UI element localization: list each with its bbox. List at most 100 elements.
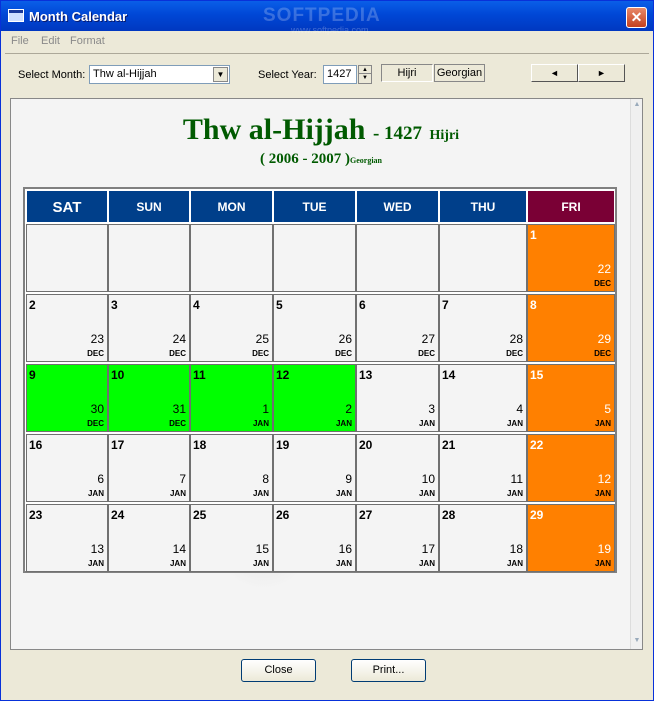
day-cell[interactable]: 12 2 JAN (273, 364, 356, 432)
day-cell[interactable]: 24 14 JAN (108, 504, 190, 572)
month-select-value: Thw al-Hijjah (93, 68, 157, 80)
gregorian-day-number: 18 (509, 542, 523, 556)
close-icon[interactable]: ✕ (626, 7, 647, 28)
gregorian-month: JAN (335, 559, 352, 568)
gregorian-month: JAN (418, 559, 435, 568)
hijri-day-number: 13 (359, 368, 373, 382)
day-cell[interactable]: 23 13 JAN (26, 504, 108, 572)
chevron-down-icon[interactable]: ▼ (213, 67, 228, 82)
hijri-day-number: 1 (530, 228, 537, 242)
day-cell[interactable]: 29 19 JAN (527, 504, 615, 572)
weekday-header-fri: FRI (527, 190, 615, 223)
empty-day-cell (356, 224, 439, 292)
day-cell[interactable]: 27 17 JAN (356, 504, 439, 572)
year-spinner[interactable]: ▲ ▼ (358, 65, 372, 84)
year-input[interactable]: 1427 (323, 65, 357, 84)
hijri-day-number: 23 (29, 508, 43, 522)
day-cell[interactable]: 17 7 JAN (108, 434, 190, 502)
heading-month-name: Thw al-Hijjah (182, 113, 366, 146)
georgian-button[interactable]: Georgian (434, 64, 485, 82)
hijri-day-number: 9 (29, 368, 36, 382)
day-cell[interactable]: 28 18 JAN (439, 504, 527, 572)
gregorian-month: JAN (87, 559, 104, 568)
gregorian-month: DEC (506, 349, 523, 358)
day-cell[interactable]: 16 6 JAN (26, 434, 108, 502)
day-cell[interactable]: 6 27 DEC (356, 294, 439, 362)
hijri-day-number: 26 (276, 508, 290, 522)
weekday-header-wed: WED (356, 190, 439, 223)
month-calendar-window: Month Calendar SOFTPEDIA www.softpedia.c… (0, 0, 654, 701)
day-cell[interactable]: 4 25 DEC (190, 294, 273, 362)
watermark: SOFTPEDIA (263, 5, 381, 26)
day-cell[interactable]: 21 11 JAN (439, 434, 527, 502)
gregorian-month: JAN (252, 489, 269, 498)
empty-day-cell (273, 224, 356, 292)
gregorian-month: JAN (418, 489, 435, 498)
menu-edit[interactable]: Edit (41, 35, 60, 47)
gregorian-day-number: 9 (345, 472, 352, 486)
scroll-down-icon[interactable]: ▼ (632, 637, 642, 647)
previous-month-button[interactable]: ◄ (531, 64, 578, 82)
spin-down-icon[interactable]: ▼ (359, 74, 371, 82)
menu-format[interactable]: Format (70, 35, 105, 47)
select-year-label: Select Year: (258, 69, 317, 81)
day-cell[interactable]: 25 15 JAN (190, 504, 273, 572)
day-cell[interactable]: 10 31 DEC (108, 364, 190, 432)
empty-day-cell (439, 224, 527, 292)
hijri-day-number: 16 (29, 438, 43, 452)
gregorian-month: DEC (87, 419, 104, 428)
empty-day-cell (26, 224, 108, 292)
gregorian-month: DEC (169, 349, 186, 358)
day-cell[interactable]: 14 4 JAN (439, 364, 527, 432)
menu-file[interactable]: File (11, 35, 29, 47)
close-button[interactable]: Close (241, 659, 316, 682)
gregorian-month: DEC (252, 349, 269, 358)
hijri-day-number: 3 (111, 298, 118, 312)
hijri-day-number: 22 (530, 438, 544, 452)
day-cell[interactable]: 1 22 DEC (527, 224, 615, 292)
gregorian-month: JAN (335, 489, 352, 498)
day-cell[interactable]: 9 30 DEC (26, 364, 108, 432)
gregorian-day-number: 7 (179, 472, 186, 486)
day-cell[interactable]: 5 26 DEC (273, 294, 356, 362)
day-cell[interactable]: 26 16 JAN (273, 504, 356, 572)
gregorian-label: Georgian (350, 156, 382, 165)
gregorian-day-number: 22 (597, 262, 611, 276)
spin-up-icon[interactable]: ▲ (359, 66, 371, 74)
day-cell[interactable]: 18 8 JAN (190, 434, 273, 502)
gregorian-month: JAN (506, 419, 523, 428)
day-cell[interactable]: 13 3 JAN (356, 364, 439, 432)
day-cell[interactable]: 15 5 JAN (527, 364, 615, 432)
title-bar[interactable]: Month Calendar SOFTPEDIA www.softpedia.c… (1, 1, 653, 35)
hijri-day-number: 19 (276, 438, 290, 452)
gregorian-month: JAN (594, 489, 611, 498)
gregorian-month: JAN (506, 559, 523, 568)
day-cell[interactable]: 8 29 DEC (527, 294, 615, 362)
calendar-subheading: ( 2006 - 2007 )Georgian (11, 151, 631, 168)
day-cell[interactable]: 11 1 JAN (190, 364, 273, 432)
hijri-day-number: 15 (530, 368, 544, 382)
hijri-day-number: 6 (359, 298, 366, 312)
hijri-button[interactable]: Hijri (381, 64, 433, 82)
scroll-up-icon[interactable]: ▲ (632, 101, 642, 111)
gregorian-day-number: 4 (516, 402, 523, 416)
hijri-day-number: 20 (359, 438, 373, 452)
gregorian-day-number: 14 (172, 542, 186, 556)
day-cell[interactable]: 2 23 DEC (26, 294, 108, 362)
print-button[interactable]: Print... (351, 659, 426, 682)
gregorian-month: JAN (169, 559, 186, 568)
gregorian-day-number: 1 (262, 402, 269, 416)
gregorian-month: DEC (594, 349, 611, 358)
gregorian-day-number: 16 (338, 542, 352, 556)
weekday-header-sat: SAT (26, 190, 108, 223)
day-cell[interactable]: 22 12 JAN (527, 434, 615, 502)
gregorian-month: JAN (594, 559, 611, 568)
month-select[interactable]: Thw al-Hijjah ▼ (89, 65, 230, 84)
vertical-scrollbar[interactable]: ▲ ▼ (630, 99, 642, 649)
day-cell[interactable]: 7 28 DEC (439, 294, 527, 362)
day-cell[interactable]: 20 10 JAN (356, 434, 439, 502)
next-month-button[interactable]: ► (578, 64, 625, 82)
day-cell[interactable]: 19 9 JAN (273, 434, 356, 502)
gregorian-day-number: 15 (255, 542, 269, 556)
day-cell[interactable]: 3 24 DEC (108, 294, 190, 362)
